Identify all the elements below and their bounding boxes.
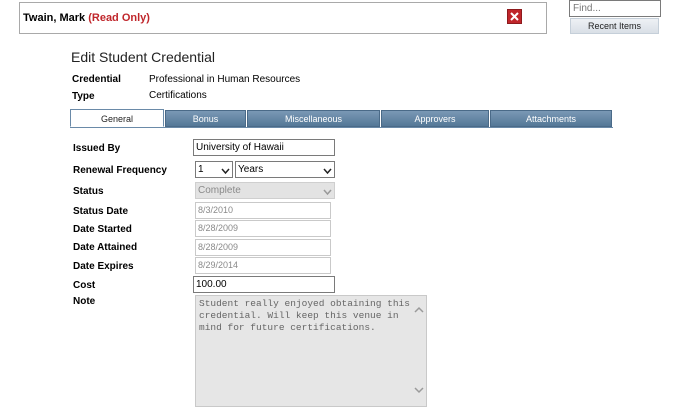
date-expires-label: Date Expires (73, 261, 134, 272)
date-attained-field: 8/28/2009 (195, 239, 331, 256)
chevron-up-icon[interactable] (414, 306, 424, 317)
renewal-number-select[interactable]: 1 (195, 161, 233, 178)
chevron-down-icon (323, 186, 332, 201)
tab-miscellaneous[interactable]: Miscellaneous (247, 110, 380, 127)
close-icon[interactable] (507, 9, 522, 24)
chevron-down-icon (221, 165, 230, 180)
issued-by-input[interactable]: University of Hawaii (193, 139, 335, 156)
tab-approvers[interactable]: Approvers (381, 110, 489, 127)
student-header: Twain, Mark (Read Only) (19, 2, 547, 34)
date-attained-label: Date Attained (73, 242, 138, 253)
date-started-label: Date Started (73, 224, 132, 235)
note-label: Note (73, 296, 96, 307)
chevron-down-icon[interactable] (414, 386, 424, 397)
status-select: Complete (195, 182, 335, 199)
type-value: Certifications (149, 90, 207, 101)
tab-bar: General Bonus Miscellaneous Approvers At… (70, 109, 613, 128)
date-started-field: 8/28/2009 (195, 220, 331, 237)
issued-by-label: Issued By (73, 143, 121, 154)
tab-bonus[interactable]: Bonus (165, 110, 246, 127)
student-name: Twain, Mark (23, 12, 86, 24)
status-value: Complete (198, 185, 241, 196)
credential-label: Credential (72, 74, 121, 85)
renewal-frequency-label: Renewal Frequency (73, 165, 167, 176)
read-only-badge: (Read Only) (88, 12, 150, 24)
renewal-number-value: 1 (198, 164, 204, 175)
cost-input[interactable]: 100.00 (193, 276, 335, 293)
recent-items-button[interactable]: Recent Items (570, 18, 659, 34)
chevron-down-icon (323, 165, 332, 180)
credential-value: Professional in Human Resources (149, 74, 301, 85)
status-label: Status (73, 186, 104, 197)
date-expires-field: 8/29/2014 (195, 257, 331, 274)
tab-attachments[interactable]: Attachments (490, 110, 612, 127)
renewal-unit-select[interactable]: Years (235, 161, 335, 178)
status-date-field: 8/3/2010 (195, 202, 331, 219)
student-name-label: Twain, Mark (Read Only) (23, 12, 150, 24)
status-date-label: Status Date (73, 206, 129, 217)
find-input[interactable] (569, 0, 661, 17)
cost-label: Cost (73, 280, 96, 291)
note-textarea: Student really enjoyed obtaining this cr… (195, 295, 427, 407)
renewal-unit-value: Years (238, 164, 264, 175)
page-title: Edit Student Credential (71, 49, 215, 65)
tab-general[interactable]: General (70, 109, 164, 127)
type-label: Type (72, 91, 95, 102)
